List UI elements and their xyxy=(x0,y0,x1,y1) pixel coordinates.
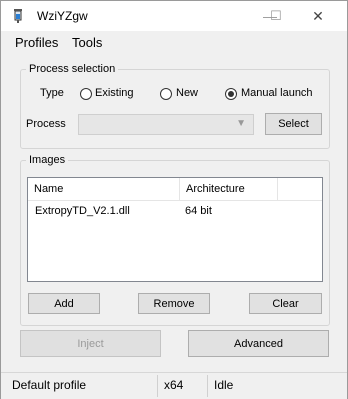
status-arch: x64 xyxy=(164,378,184,392)
images-list[interactable]: Name Architecture ExtropyTD_V2.1.dll 64 … xyxy=(27,177,323,282)
status-bar: Default profile x64 Idle xyxy=(1,372,347,399)
close-icon: ✕ xyxy=(312,7,324,24)
close-button[interactable]: ✕ xyxy=(295,1,341,31)
maximize-icon: ☐ xyxy=(270,8,282,23)
images-title: Images xyxy=(29,154,66,166)
radio-manual-launch[interactable] xyxy=(225,88,237,100)
clear-button[interactable]: Clear xyxy=(249,293,322,314)
status-state: Idle xyxy=(214,378,234,392)
image-architecture: 64 bit xyxy=(185,205,212,217)
images-list-header: Name Architecture xyxy=(28,178,322,201)
column-architecture[interactable]: Architecture xyxy=(180,178,278,200)
menu-tools[interactable]: Tools xyxy=(72,35,102,50)
inject-button[interactable]: Inject xyxy=(20,330,161,357)
column-name[interactable]: Name xyxy=(28,178,180,200)
add-button[interactable]: Add xyxy=(28,293,100,314)
list-item[interactable]: ExtropyTD_V2.1.dll 64 bit xyxy=(28,201,322,221)
process-combobox[interactable]: ▼ xyxy=(78,114,254,135)
process-selection-group: Process selection xyxy=(20,63,330,149)
status-divider xyxy=(207,375,208,397)
select-button[interactable]: Select xyxy=(265,113,322,135)
advanced-button[interactable]: Advanced xyxy=(188,330,329,357)
radio-existing-label[interactable]: Existing xyxy=(95,87,134,99)
remove-button[interactable]: Remove xyxy=(138,293,210,314)
chevron-down-icon: ▼ xyxy=(236,118,246,129)
menu-profiles[interactable]: Profiles xyxy=(15,35,58,50)
radio-manual-launch-label[interactable]: Manual launch xyxy=(241,87,313,99)
main-window: WziYZgw — ☐ ✕ Profiles Tools Process sel… xyxy=(0,0,348,399)
status-profile: Default profile xyxy=(12,378,87,392)
radio-existing[interactable] xyxy=(80,88,92,100)
status-divider xyxy=(157,375,158,397)
type-label: Type xyxy=(40,87,64,99)
menu-bar: Profiles Tools xyxy=(1,32,347,52)
syringe-icon xyxy=(14,9,22,23)
title-bar: WziYZgw — ☐ ✕ xyxy=(1,1,347,31)
radio-new[interactable] xyxy=(160,88,172,100)
maximize-button[interactable]: ☐ xyxy=(253,1,299,31)
image-name: ExtropyTD_V2.1.dll xyxy=(35,205,130,217)
window-title: WziYZgw xyxy=(37,9,88,23)
process-label: Process xyxy=(26,118,66,130)
process-selection-title: Process selection xyxy=(29,63,116,75)
radio-new-label[interactable]: New xyxy=(176,87,198,99)
